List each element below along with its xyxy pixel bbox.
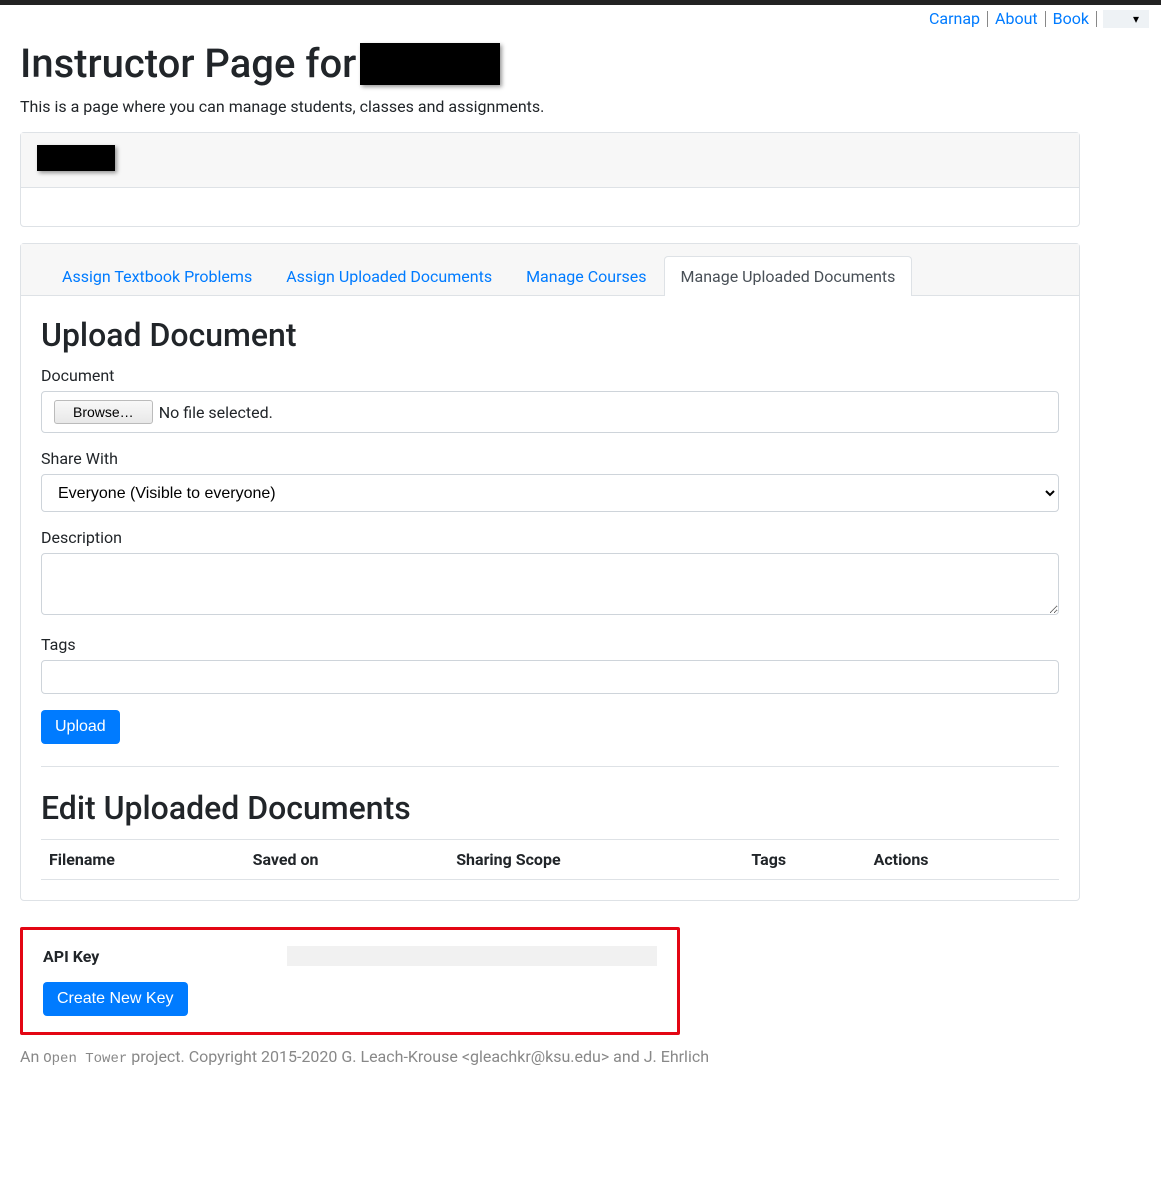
col-actions: Actions <box>866 840 1059 880</box>
file-status-text: No file selected. <box>159 403 273 422</box>
info-panel-body <box>21 188 1079 226</box>
info-panel-header <box>21 133 1079 188</box>
upload-heading: Upload Document <box>41 316 1059 354</box>
nav-separator <box>1096 11 1097 27</box>
document-label: Document <box>41 366 1059 385</box>
api-key-box: API Key Create New Key <box>20 927 680 1035</box>
nav-link-book[interactable]: Book <box>1048 9 1094 28</box>
col-saved-on: Saved on <box>245 840 449 880</box>
file-input-wrap: Browse… No file selected. <box>41 391 1059 433</box>
tabs-panel: Assign Textbook Problems Assign Uploaded… <box>20 243 1080 901</box>
tabs-nav: Assign Textbook Problems Assign Uploaded… <box>21 244 1079 296</box>
description-textarea[interactable] <box>41 553 1059 615</box>
tab-assign-uploaded-documents[interactable]: Assign Uploaded Documents <box>269 256 509 296</box>
page-subtitle: This is a page where you can manage stud… <box>20 97 1080 116</box>
page-title: Instructor Page for <box>20 40 1080 87</box>
info-panel <box>20 132 1080 227</box>
description-label: Description <box>41 528 1059 547</box>
tab-manage-uploaded-documents[interactable]: Manage Uploaded Documents <box>664 256 913 296</box>
footer-prefix: An <box>20 1047 43 1066</box>
redacted-username <box>360 43 500 85</box>
col-tags: Tags <box>743 840 865 880</box>
footer: An Open Tower project. Copyright 2015-20… <box>0 1043 1161 1087</box>
tags-label: Tags <box>41 635 1059 654</box>
share-with-select[interactable]: Everyone (Visible to everyone) <box>41 474 1059 512</box>
api-key-label: API Key <box>43 947 99 966</box>
col-sharing-scope: Sharing Scope <box>448 840 743 880</box>
footer-project: Open Tower <box>43 1051 127 1067</box>
nav-separator <box>1045 11 1046 27</box>
page-title-text: Instructor Page for <box>20 40 356 87</box>
api-key-value <box>287 946 657 966</box>
redacted-panel-title <box>37 145 115 171</box>
footer-rest: project. Copyright 2015-2020 G. Leach-Kr… <box>127 1047 709 1066</box>
section-divider <box>41 766 1059 767</box>
nav-separator <box>987 11 988 27</box>
nav-link-about[interactable]: About <box>990 9 1043 28</box>
table-header-row: Filename Saved on Sharing Scope Tags Act… <box>41 840 1059 880</box>
tab-assign-textbook-problems[interactable]: Assign Textbook Problems <box>45 256 269 296</box>
create-new-key-button[interactable]: Create New Key <box>43 982 188 1016</box>
tags-input[interactable] <box>41 660 1059 694</box>
header-nav: Carnap About Book ▾ <box>0 5 1161 32</box>
user-dropdown[interactable]: ▾ <box>1103 10 1149 28</box>
nav-link-carnap[interactable]: Carnap <box>924 9 985 28</box>
upload-button[interactable]: Upload <box>41 710 120 744</box>
api-key-row: API Key <box>43 946 657 966</box>
share-with-label: Share With <box>41 449 1059 468</box>
documents-table: Filename Saved on Sharing Scope Tags Act… <box>41 839 1059 880</box>
edit-heading: Edit Uploaded Documents <box>41 789 1059 827</box>
browse-button[interactable]: Browse… <box>54 400 153 424</box>
tab-manage-courses[interactable]: Manage Courses <box>509 256 663 296</box>
tab-content: Upload Document Document Browse… No file… <box>21 296 1079 900</box>
col-filename: Filename <box>41 840 245 880</box>
